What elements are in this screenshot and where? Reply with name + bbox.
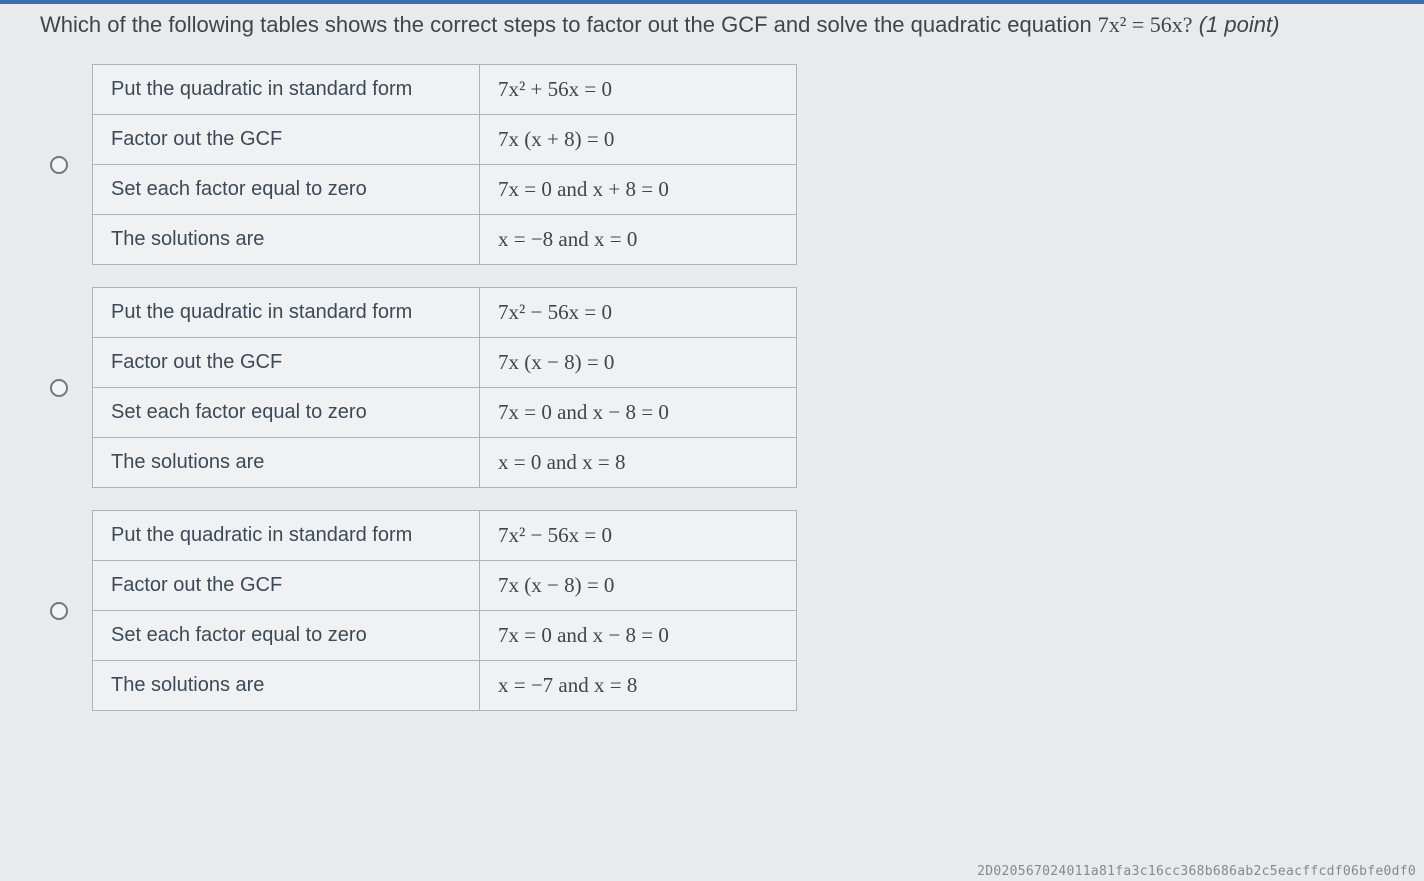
- row-label: Factor out the GCF: [93, 115, 480, 165]
- options-list: Put the quadratic in standard form 7x² +…: [40, 44, 1384, 711]
- row-label: Put the quadratic in standard form: [93, 288, 480, 338]
- question-points: (1 point): [1199, 12, 1280, 37]
- question-equation: 7x² = 56x?: [1098, 12, 1193, 37]
- table-row: The solutions are x = 0 and x = 8: [93, 438, 797, 488]
- row-value: 7x = 0 and x + 8 = 0: [480, 165, 797, 215]
- question-stem: Which of the following tables shows the …: [40, 4, 1384, 44]
- row-label: The solutions are: [93, 438, 480, 488]
- row-value: 7x = 0 and x − 8 = 0: [480, 388, 797, 438]
- option-3[interactable]: Put the quadratic in standard form 7x² −…: [50, 510, 1384, 711]
- page: Which of the following tables shows the …: [0, 4, 1424, 743]
- option-3-table: Put the quadratic in standard form 7x² −…: [92, 510, 797, 711]
- row-value: 7x² − 56x = 0: [480, 288, 797, 338]
- option-2-table: Put the quadratic in standard form 7x² −…: [92, 287, 797, 488]
- table-row: Put the quadratic in standard form 7x² −…: [93, 288, 797, 338]
- table-row: Put the quadratic in standard form 7x² −…: [93, 511, 797, 561]
- row-label: Set each factor equal to zero: [93, 388, 480, 438]
- table-row: Factor out the GCF 7x (x − 8) = 0: [93, 561, 797, 611]
- row-value: x = 0 and x = 8: [480, 438, 797, 488]
- table-row: The solutions are x = −7 and x = 8: [93, 661, 797, 711]
- question-text: Which of the following tables shows the …: [40, 12, 1098, 37]
- radio-icon[interactable]: [50, 156, 68, 174]
- row-label: Put the quadratic in standard form: [93, 65, 480, 115]
- row-label: Factor out the GCF: [93, 338, 480, 388]
- row-label: The solutions are: [93, 215, 480, 265]
- row-value: 7x (x + 8) = 0: [480, 115, 797, 165]
- row-label: Factor out the GCF: [93, 561, 480, 611]
- row-label: Set each factor equal to zero: [93, 165, 480, 215]
- table-row: Factor out the GCF 7x (x − 8) = 0: [93, 338, 797, 388]
- row-value: 7x² + 56x = 0: [480, 65, 797, 115]
- table-row: Factor out the GCF 7x (x + 8) = 0: [93, 115, 797, 165]
- row-value: 7x (x − 8) = 0: [480, 561, 797, 611]
- radio-icon[interactable]: [50, 379, 68, 397]
- row-label: Set each factor equal to zero: [93, 611, 480, 661]
- row-value: 7x = 0 and x − 8 = 0: [480, 611, 797, 661]
- footer-hash: 2D020567024011a81fa3c16cc368b686ab2c5eac…: [977, 864, 1416, 879]
- row-value: x = −8 and x = 0: [480, 215, 797, 265]
- table-row: Set each factor equal to zero 7x = 0 and…: [93, 388, 797, 438]
- table-row: Put the quadratic in standard form 7x² +…: [93, 65, 797, 115]
- option-1[interactable]: Put the quadratic in standard form 7x² +…: [50, 64, 1384, 265]
- table-row: Set each factor equal to zero 7x = 0 and…: [93, 165, 797, 215]
- radio-icon[interactable]: [50, 602, 68, 620]
- row-value: 7x (x − 8) = 0: [480, 338, 797, 388]
- option-1-table: Put the quadratic in standard form 7x² +…: [92, 64, 797, 265]
- row-value: 7x² − 56x = 0: [480, 511, 797, 561]
- table-row: The solutions are x = −8 and x = 0: [93, 215, 797, 265]
- row-value: x = −7 and x = 8: [480, 661, 797, 711]
- row-label: The solutions are: [93, 661, 480, 711]
- option-2[interactable]: Put the quadratic in standard form 7x² −…: [50, 287, 1384, 488]
- row-label: Put the quadratic in standard form: [93, 511, 480, 561]
- table-row: Set each factor equal to zero 7x = 0 and…: [93, 611, 797, 661]
